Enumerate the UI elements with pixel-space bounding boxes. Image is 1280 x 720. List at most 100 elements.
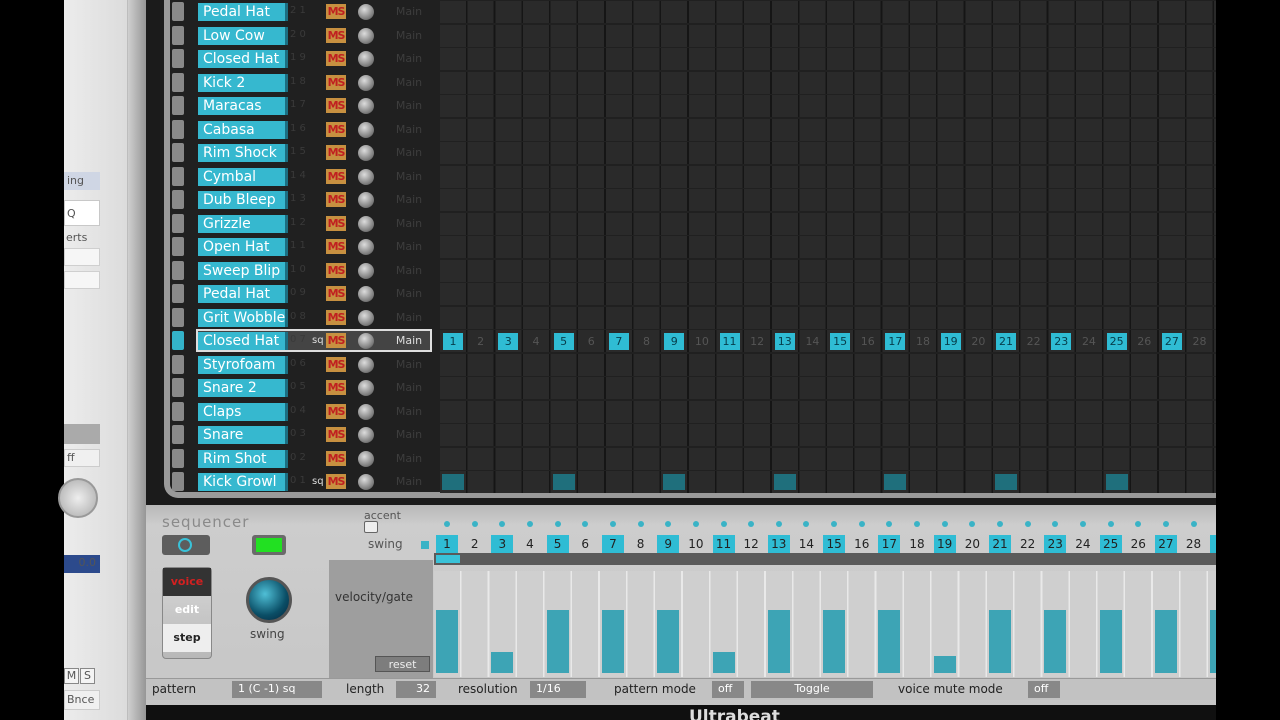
pan-knob[interactable] bbox=[358, 4, 374, 20]
pan-knob[interactable] bbox=[358, 121, 374, 138]
voice-track[interactable]: Grit Wobble 0 8 MS Main bbox=[170, 306, 1216, 330]
accent-dot[interactable] bbox=[1052, 521, 1059, 527]
step-cell[interactable]: 17 bbox=[885, 333, 906, 350]
step-number[interactable]: 24 bbox=[1072, 535, 1094, 553]
step-cell[interactable]: 3 bbox=[498, 333, 519, 350]
accent-dot[interactable] bbox=[499, 521, 506, 527]
mute-solo-button[interactable]: MS bbox=[326, 380, 346, 395]
accent-dot[interactable] bbox=[969, 521, 976, 527]
accent-slider[interactable] bbox=[336, 521, 436, 533]
voice-name[interactable]: Rim Shock bbox=[198, 144, 288, 162]
pan-knob[interactable] bbox=[358, 98, 374, 114]
voice-select-tab[interactable] bbox=[172, 49, 184, 68]
step-cell[interactable]: 24 bbox=[1079, 333, 1099, 350]
voice-select-tab[interactable] bbox=[172, 190, 184, 209]
voice-track[interactable]: Open Hat 1 1 MS Main bbox=[170, 235, 1216, 259]
step-grid[interactable] bbox=[440, 71, 1216, 94]
voice-name[interactable]: Closed Hat bbox=[198, 332, 288, 350]
voice-name[interactable]: Pedal Hat bbox=[198, 285, 288, 303]
step-number[interactable]: 10 bbox=[685, 535, 707, 553]
velocity-bar[interactable] bbox=[712, 652, 735, 673]
step-number[interactable]: 19 bbox=[933, 535, 956, 553]
velocity-bars[interactable] bbox=[434, 571, 1216, 677]
pan-knob[interactable] bbox=[358, 403, 374, 420]
accent-dot[interactable] bbox=[471, 521, 478, 527]
step-cell[interactable]: 18 bbox=[913, 333, 933, 350]
mute-solo-button[interactable]: MS bbox=[326, 403, 346, 419]
step-cell[interactable]: 5 bbox=[553, 333, 574, 350]
pan-knob[interactable] bbox=[358, 145, 374, 161]
voice-select-tab[interactable] bbox=[172, 237, 184, 256]
voice-select-tab[interactable] bbox=[172, 260, 184, 280]
sequencer-play-button[interactable] bbox=[252, 535, 286, 555]
step-cell[interactable]: 12 bbox=[747, 333, 767, 350]
voice-select-tab[interactable] bbox=[172, 401, 184, 421]
velocity-bar[interactable] bbox=[767, 610, 790, 673]
step-number[interactable]: 13 bbox=[767, 535, 790, 553]
voice-select-tab[interactable] bbox=[172, 284, 184, 303]
length-field[interactable]: 32 bbox=[396, 681, 436, 698]
pan-knob[interactable] bbox=[358, 356, 374, 373]
step-cell[interactable]: 9 bbox=[664, 333, 685, 350]
output-select[interactable]: Main bbox=[384, 52, 434, 65]
active-step-cell[interactable] bbox=[884, 474, 907, 490]
accent-dot[interactable] bbox=[665, 521, 672, 527]
velocity-bar[interactable] bbox=[989, 610, 1011, 673]
step-cell[interactable]: 7 bbox=[608, 333, 629, 350]
mute-solo-button[interactable]: MS bbox=[326, 239, 346, 254]
voice-name[interactable]: Snare 2 bbox=[198, 379, 288, 397]
voice-name[interactable]: Styrofoam bbox=[198, 355, 288, 374]
voice-select-tab[interactable] bbox=[172, 213, 184, 233]
voice-name[interactable]: Cymbal bbox=[198, 167, 288, 186]
output-select[interactable]: Main bbox=[384, 311, 434, 324]
output-select[interactable]: Main bbox=[384, 146, 434, 159]
accent-dot[interactable] bbox=[775, 521, 782, 527]
voice-track[interactable]: Styrofoam 0 6 MS Main bbox=[170, 353, 1216, 377]
active-step-cell[interactable] bbox=[995, 474, 1017, 490]
accent-dot[interactable] bbox=[609, 521, 616, 527]
step-number[interactable]: 21 bbox=[989, 535, 1011, 553]
step-cell[interactable]: 25 bbox=[1106, 333, 1127, 350]
edit-mode-button[interactable]: edit bbox=[163, 596, 211, 624]
voice-track[interactable]: Cabasa 1 6 MS Main bbox=[170, 118, 1216, 142]
voice-name[interactable]: Maracas bbox=[198, 97, 288, 115]
step-grid[interactable]: 1 2 3 4 5 6 7 8 9 10 11 12 13 14 15 16 17 18 19 20 21 22 23 24 2… bbox=[440, 330, 1216, 352]
step-number[interactable]: 9 bbox=[657, 535, 680, 553]
voice-select-tab[interactable] bbox=[172, 72, 184, 92]
step-number[interactable]: 23 bbox=[1044, 535, 1067, 553]
step-cell[interactable]: 19 bbox=[940, 333, 961, 350]
mute-solo-button[interactable]: MS bbox=[326, 356, 346, 372]
step-cell[interactable]: 16 bbox=[858, 333, 878, 350]
output-select[interactable]: Main bbox=[384, 193, 434, 206]
accent-dot[interactable] bbox=[831, 521, 838, 527]
voice-select-tab[interactable] bbox=[172, 25, 184, 45]
active-step-cell[interactable] bbox=[442, 474, 464, 490]
pan-knob[interactable] bbox=[358, 262, 374, 279]
step-grid[interactable] bbox=[440, 306, 1216, 329]
step-cell[interactable]: 26 bbox=[1134, 333, 1154, 350]
accent-dot[interactable] bbox=[803, 521, 810, 527]
voice-track[interactable]: Closed Hat 1 9 MS Main bbox=[170, 47, 1216, 71]
voice-name[interactable]: Snare bbox=[198, 426, 288, 444]
mute-solo-button[interactable]: MS bbox=[326, 262, 346, 278]
mute-solo-button[interactable]: MS bbox=[326, 74, 346, 90]
host-slot-2[interactable] bbox=[64, 271, 100, 289]
voice-select-tab[interactable] bbox=[172, 119, 184, 139]
accent-dot[interactable] bbox=[858, 521, 865, 527]
pan-knob[interactable] bbox=[358, 380, 374, 396]
voice-track[interactable]: Pedal Hat 0 9 MS Main bbox=[170, 282, 1216, 306]
pan-knob[interactable] bbox=[358, 286, 374, 302]
step-number[interactable]: 14 bbox=[795, 535, 817, 553]
mute-solo-button[interactable]: MS bbox=[326, 192, 346, 207]
accent-dot[interactable] bbox=[1024, 521, 1031, 527]
velocity-bar[interactable] bbox=[933, 655, 956, 673]
host-mute-button[interactable]: M bbox=[64, 668, 79, 684]
accent-dot[interactable] bbox=[941, 521, 948, 527]
host-gray-slot[interactable] bbox=[64, 424, 100, 444]
output-select[interactable]: Main bbox=[384, 264, 434, 277]
voice-track[interactable]: Kick 21 8 MS Main bbox=[170, 71, 1216, 95]
step-grid[interactable] bbox=[440, 118, 1216, 141]
accent-dot[interactable] bbox=[1190, 521, 1197, 527]
pan-knob[interactable] bbox=[358, 474, 374, 490]
step-grid[interactable] bbox=[440, 471, 1216, 493]
